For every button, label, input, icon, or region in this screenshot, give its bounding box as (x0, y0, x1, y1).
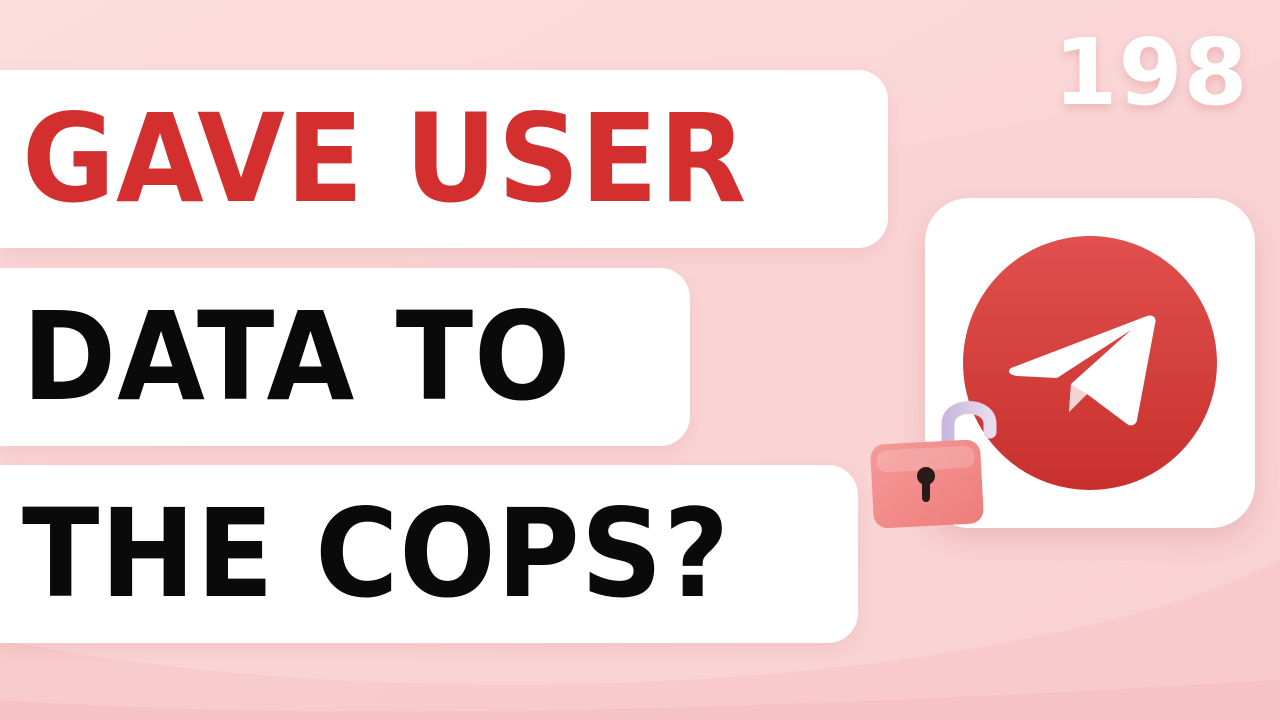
headline-line-1: GAVE USER (0, 70, 888, 248)
headline-line-2: DATA TO (0, 268, 690, 446)
episode-number: 198 (1053, 19, 1249, 126)
headline-line-1-text: GAVE USER (22, 88, 748, 230)
headline-line-3: THE COPS? (0, 465, 858, 643)
headline-line-2-text: DATA TO (22, 286, 572, 428)
headline-line-3-text: THE COPS? (22, 483, 731, 625)
open-padlock-icon (870, 401, 997, 529)
